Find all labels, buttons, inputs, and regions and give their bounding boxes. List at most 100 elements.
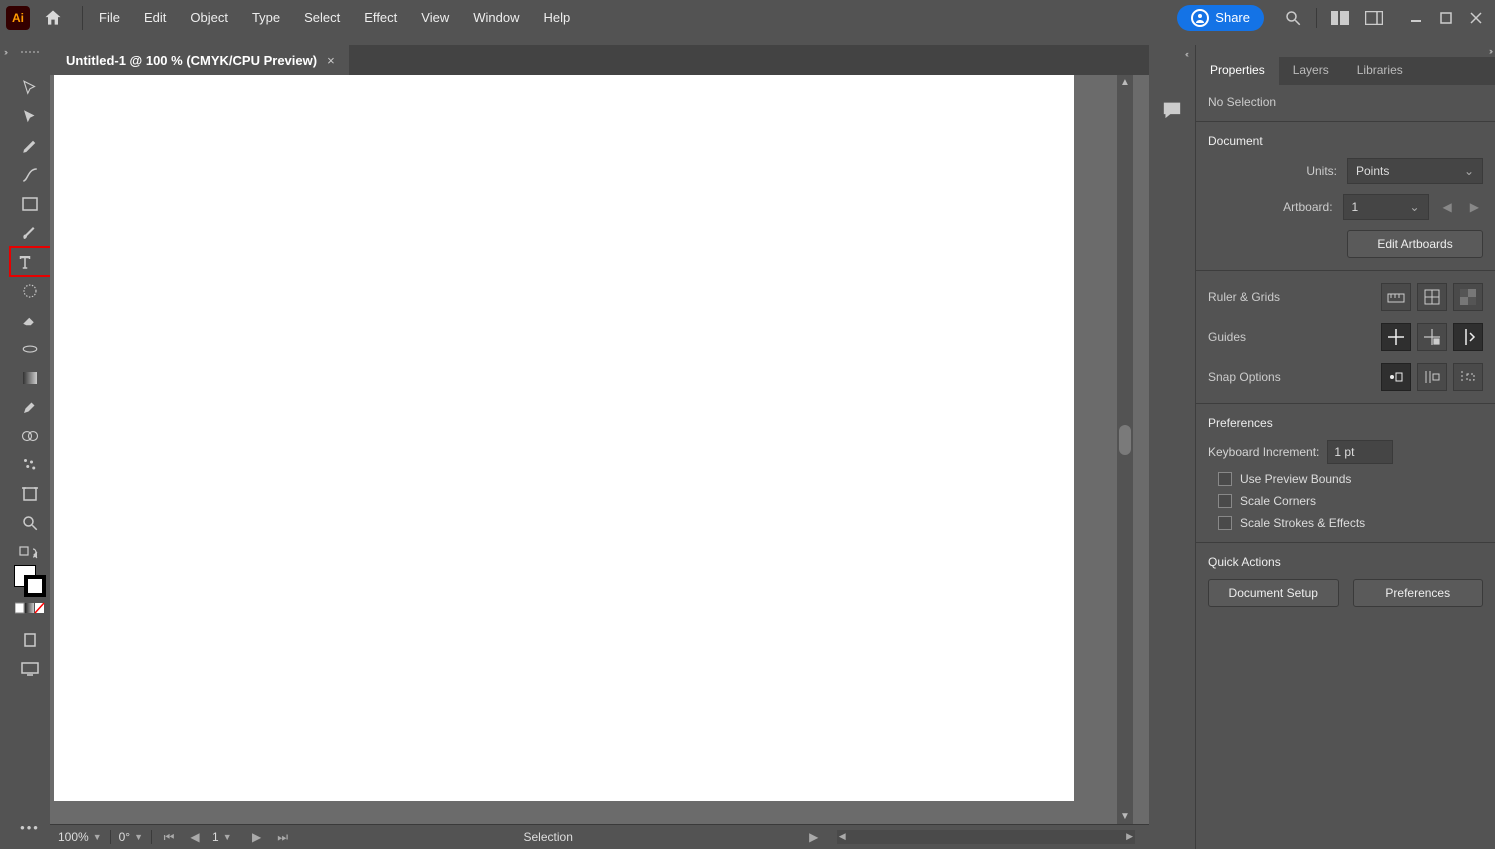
tab-properties[interactable]: Properties — [1196, 57, 1279, 85]
curvature-tool[interactable] — [15, 160, 45, 189]
canvas[interactable]: ▲ ▼ — [50, 75, 1149, 824]
snap-to-pixel-icon[interactable] — [1453, 363, 1483, 391]
home-icon[interactable] — [38, 3, 68, 33]
zoom-value[interactable]: 100% — [58, 830, 89, 844]
artboard-label: Artboard: — [1283, 200, 1332, 214]
rotation-value[interactable]: 0° — [119, 830, 130, 844]
artboard[interactable] — [54, 75, 1074, 801]
screen-mode[interactable] — [15, 654, 45, 683]
quick-actions-title: Quick Actions — [1208, 555, 1483, 569]
artboard-tool[interactable] — [15, 479, 45, 508]
document-tab[interactable]: Untitled-1 @ 100 % (CMYK/CPU Preview) × — [50, 45, 349, 75]
vertical-scrollbar[interactable]: ▲ ▼ — [1117, 75, 1133, 824]
show-guides-icon[interactable] — [1381, 323, 1411, 351]
use-preview-bounds-label: Use Preview Bounds — [1240, 472, 1351, 486]
prev-artboard-icon[interactable]: ◀ — [186, 828, 204, 846]
properties-panel: ›› Properties Layers Libraries No Select… — [1195, 45, 1495, 849]
close-button[interactable] — [1461, 8, 1491, 28]
menu-type[interactable]: Type — [240, 4, 292, 31]
menu-view[interactable]: View — [409, 4, 461, 31]
prev-artboard-icon[interactable]: ◀ — [1439, 200, 1456, 214]
edit-toolbar-icon[interactable]: ••• — [20, 820, 40, 835]
units-dropdown[interactable]: Points ⌄ — [1347, 158, 1483, 184]
edit-artboards-button[interactable]: Edit Artboards — [1347, 230, 1483, 258]
panel-collapse-icon[interactable]: ›› — [1489, 46, 1491, 56]
first-artboard-icon[interactable]: ⏮ — [160, 828, 178, 846]
tab-layers[interactable]: Layers — [1279, 57, 1343, 85]
color-modes[interactable] — [15, 599, 45, 617]
gradient-tool[interactable] — [15, 363, 45, 392]
scroll-up-icon[interactable]: ▲ — [1117, 77, 1133, 88]
artboard-page-value[interactable]: 1 — [212, 830, 219, 844]
swap-fill-stroke-icon[interactable] — [15, 543, 45, 563]
comments-icon[interactable] — [1157, 95, 1187, 125]
keyboard-increment-label: Keyboard Increment: — [1208, 445, 1319, 459]
use-preview-bounds-checkbox[interactable] — [1218, 472, 1232, 486]
close-document-icon[interactable]: × — [327, 53, 335, 68]
menu-window[interactable]: Window — [461, 4, 531, 31]
grid-icon[interactable] — [1417, 283, 1447, 311]
artboard-dropdown[interactable]: 1 ⌄ — [1343, 194, 1429, 220]
chevron-down-icon[interactable]: ▼ — [223, 832, 232, 842]
artboard-value: 1 — [1352, 200, 1359, 214]
horizontal-scrollbar[interactable]: ◀ ▶ — [837, 830, 1135, 844]
current-tool-label: Selection — [300, 830, 797, 844]
smart-guides-icon[interactable] — [1453, 323, 1483, 351]
paintbrush-tool[interactable] — [15, 218, 45, 247]
menubar: Ai File Edit Object Type Select Effect V… — [0, 0, 1495, 35]
panel-tabs: Properties Layers Libraries — [1196, 57, 1495, 85]
eraser-tool[interactable] — [15, 305, 45, 334]
context-play-icon[interactable]: ▶ — [805, 828, 823, 846]
search-icon[interactable] — [1276, 1, 1310, 35]
tab-libraries[interactable]: Libraries — [1343, 57, 1417, 85]
menu-object[interactable]: Object — [178, 4, 240, 31]
snap-to-grid-icon[interactable] — [1417, 363, 1447, 391]
shape-builder-tool[interactable] — [15, 421, 45, 450]
scale-strokes-checkbox[interactable] — [1218, 516, 1232, 530]
selection-tool[interactable] — [15, 73, 45, 102]
eyedropper-tool[interactable] — [15, 392, 45, 421]
app-logo: Ai — [6, 6, 30, 30]
chevron-down-icon[interactable]: ▼ — [93, 832, 102, 842]
last-artboard-icon[interactable]: ⏭ — [274, 828, 292, 846]
chevron-down-icon[interactable]: ▼ — [134, 832, 143, 842]
toolbar-expand[interactable]: ›› — [0, 45, 10, 849]
keyboard-increment-input[interactable] — [1327, 440, 1393, 464]
workspace-switcher-icon[interactable] — [1357, 1, 1391, 35]
rotate-tool[interactable] — [15, 276, 45, 305]
lock-guides-icon[interactable] — [1417, 323, 1447, 351]
snap-to-point-icon[interactable] — [1381, 363, 1411, 391]
document-section-title: Document — [1208, 134, 1483, 148]
zoom-tool[interactable] — [15, 508, 45, 537]
width-tool[interactable] — [15, 334, 45, 363]
draw-mode-normal[interactable] — [15, 625, 45, 654]
scrollbar-thumb[interactable] — [1119, 425, 1131, 455]
menu-help[interactable]: Help — [531, 4, 582, 31]
symbol-sprayer-tool[interactable] — [15, 450, 45, 479]
scroll-down-icon[interactable]: ▼ — [1117, 811, 1133, 822]
next-artboard-icon[interactable]: ▶ — [248, 828, 266, 846]
preferences-section-title: Preferences — [1208, 416, 1483, 430]
next-artboard-icon[interactable]: ▶ — [1466, 200, 1483, 214]
rectangle-tool[interactable] — [15, 189, 45, 218]
arrange-documents-icon[interactable] — [1323, 1, 1357, 35]
menu-select[interactable]: Select — [292, 4, 352, 31]
pen-tool[interactable] — [15, 131, 45, 160]
preferences-button[interactable]: Preferences — [1353, 579, 1484, 607]
document-setup-button[interactable]: Document Setup — [1208, 579, 1339, 607]
panel-expand[interactable]: ‹‹ — [1181, 47, 1191, 59]
document-tab-bar: Untitled-1 @ 100 % (CMYK/CPU Preview) × — [50, 45, 1149, 75]
transparency-grid-icon[interactable] — [1453, 283, 1483, 311]
maximize-button[interactable] — [1431, 8, 1461, 28]
ruler-icon[interactable] — [1381, 283, 1411, 311]
menu-file[interactable]: File — [87, 4, 132, 31]
menu-edit[interactable]: Edit — [132, 4, 178, 31]
minimize-button[interactable] — [1401, 8, 1431, 28]
menu-effect[interactable]: Effect — [352, 4, 409, 31]
scale-corners-checkbox[interactable] — [1218, 494, 1232, 508]
share-person-icon — [1191, 9, 1209, 27]
share-button[interactable]: Share — [1177, 5, 1264, 31]
direct-selection-tool[interactable] — [15, 102, 45, 131]
snap-options-label: Snap Options — [1208, 370, 1369, 384]
fill-stroke-swatch[interactable] — [14, 565, 46, 597]
